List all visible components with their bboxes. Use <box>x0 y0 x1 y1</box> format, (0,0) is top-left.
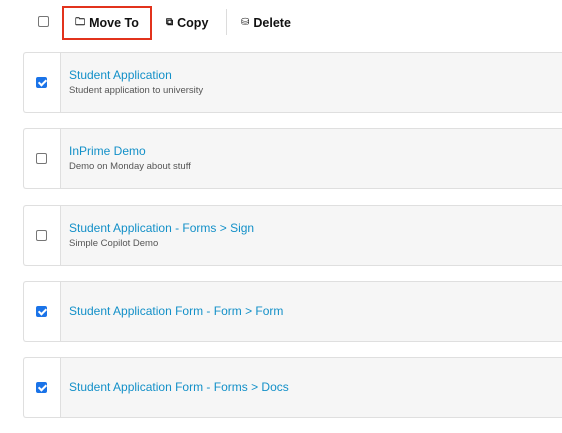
toolbar-divider <box>226 9 227 35</box>
list-item[interactable]: InPrime Demo Demo on Monday about stuff <box>23 128 562 189</box>
list-item[interactable]: Student Application Student application … <box>23 52 562 113</box>
item-title[interactable]: Student Application Form - Form > Form <box>69 304 283 318</box>
item-title[interactable]: InPrime Demo <box>69 144 146 158</box>
item-description: Student application to university <box>69 85 204 96</box>
move-to-button[interactable]: 🗀 Move To <box>62 6 152 40</box>
checkbox-cell <box>24 206 61 265</box>
folder-icon: 🗀 <box>75 17 86 28</box>
database-icon: ⛁ <box>241 17 250 28</box>
item-checkbox[interactable] <box>36 153 47 164</box>
copy-button[interactable]: ⧉ Copy <box>166 6 216 40</box>
move-to-label: Move To <box>89 16 139 30</box>
item-description: Demo on Monday about stuff <box>69 161 191 172</box>
toolbar: 🗀 Move To ⧉ Copy ⛁ Delete <box>0 0 562 44</box>
select-all-checkbox[interactable] <box>38 16 49 27</box>
item-checkbox[interactable] <box>36 306 47 317</box>
item-title[interactable]: Student Application - Forms > Sign <box>69 221 254 235</box>
delete-label: Delete <box>253 16 291 30</box>
checkbox-cell <box>24 53 61 112</box>
list-item[interactable]: Student Application Form - Forms > Docs <box>23 357 562 418</box>
item-title[interactable]: Student Application <box>69 68 172 82</box>
item-checkbox[interactable] <box>36 382 47 393</box>
checkbox-cell <box>24 129 61 188</box>
copy-icon: ⧉ <box>166 17 174 28</box>
delete-button[interactable]: ⛁ Delete <box>241 6 297 40</box>
item-description: Simple Copilot Demo <box>69 238 159 249</box>
copy-label: Copy <box>177 16 209 30</box>
item-checkbox[interactable] <box>36 77 47 88</box>
item-checkbox[interactable] <box>36 230 47 241</box>
item-title[interactable]: Student Application Form - Forms > Docs <box>69 380 289 394</box>
checkbox-cell <box>24 358 61 417</box>
list-item[interactable]: Student Application - Forms > Sign Simpl… <box>23 205 562 266</box>
checkbox-cell <box>24 282 61 341</box>
list-item[interactable]: Student Application Form - Form > Form <box>23 281 562 342</box>
